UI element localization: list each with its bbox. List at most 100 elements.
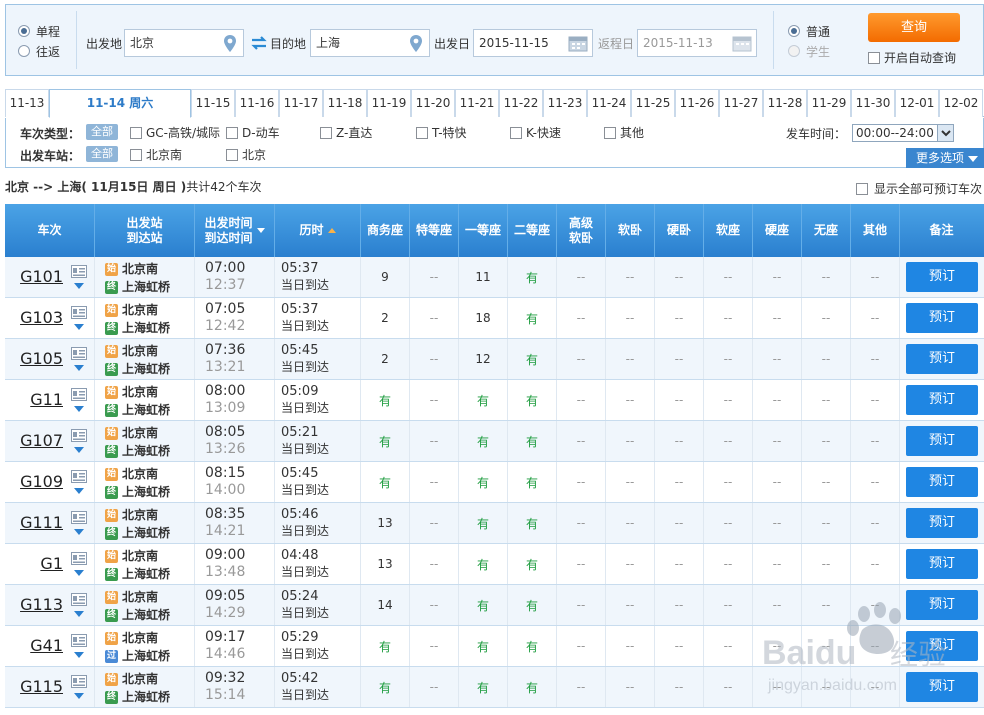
type-t-checkbox[interactable]: T-特快 — [416, 124, 467, 141]
book-button[interactable]: 预订 — [906, 426, 978, 456]
train-info-icon[interactable] — [71, 265, 87, 278]
train-info-icon[interactable] — [71, 634, 87, 647]
trip-roundtrip-radio[interactable]: 往返 — [18, 41, 78, 61]
book-button[interactable]: 预订 — [906, 467, 978, 497]
header-seat: 硬卧 — [655, 204, 704, 257]
date-tab[interactable]: 11-16 — [235, 89, 279, 117]
date-tab[interactable]: 11-26 — [675, 89, 719, 117]
train-info-icon[interactable] — [71, 429, 87, 442]
expand-arrow-icon[interactable] — [74, 570, 84, 576]
train-info-icon[interactable] — [71, 347, 87, 360]
train-number-link[interactable]: G1 — [5, 544, 63, 584]
expand-arrow-icon[interactable] — [74, 324, 84, 330]
swap-icon[interactable] — [250, 35, 268, 51]
expand-arrow-icon[interactable] — [74, 365, 84, 371]
date-tab[interactable]: 11-18 — [323, 89, 367, 117]
date-tab[interactable]: 11-23 — [543, 89, 587, 117]
train-info-icon[interactable] — [71, 675, 87, 688]
trip-type-group: 单程 往返 — [18, 21, 78, 61]
duration: 05:46 — [281, 507, 319, 522]
book-button[interactable]: 预订 — [906, 508, 978, 538]
station-beijing-checkbox[interactable]: 北京 — [226, 146, 266, 163]
type-gc-checkbox[interactable]: GC-高铁/城际 — [130, 124, 220, 141]
date-tab[interactable]: 11-24 — [587, 89, 631, 117]
passenger-normal-radio[interactable]: 普通 — [788, 21, 830, 41]
date-tab[interactable]: 11-22 — [499, 89, 543, 117]
date-tab[interactable]: 12-02 — [939, 89, 983, 117]
train-info-icon[interactable] — [71, 511, 87, 524]
show-all-checkbox[interactable]: 显示全部可预订车次 — [856, 180, 982, 197]
book-button[interactable]: 预订 — [906, 549, 978, 579]
expand-arrow-icon[interactable] — [74, 488, 84, 494]
expand-arrow-icon[interactable] — [74, 529, 84, 535]
date-tab[interactable]: 12-01 — [895, 89, 939, 117]
location-pin-icon — [410, 35, 422, 52]
date-tab[interactable]: 11-25 — [631, 89, 675, 117]
expand-arrow-icon[interactable] — [74, 406, 84, 412]
train-number-link[interactable]: G109 — [5, 462, 63, 502]
date-tab[interactable]: 11-20 — [411, 89, 455, 117]
book-button[interactable]: 预订 — [906, 303, 978, 333]
book-button[interactable]: 预订 — [906, 631, 978, 661]
train-info-icon[interactable] — [71, 470, 87, 483]
more-options-button[interactable]: 更多选项 — [906, 148, 984, 168]
seat-cell: -- — [802, 421, 851, 461]
seat-cell: -- — [802, 339, 851, 379]
book-button[interactable]: 预订 — [906, 262, 978, 292]
expand-arrow-icon[interactable] — [74, 283, 84, 289]
train-number-link[interactable]: G111 — [5, 503, 63, 543]
book-button[interactable]: 预订 — [906, 385, 978, 415]
date-tab[interactable]: 11-21 — [455, 89, 499, 117]
train-number-link[interactable]: G107 — [5, 421, 63, 461]
type-all-button[interactable]: 全部 — [86, 124, 118, 140]
train-info-icon[interactable] — [71, 388, 87, 401]
type-d-checkbox[interactable]: D-动车 — [226, 124, 280, 141]
train-info-icon[interactable] — [71, 306, 87, 319]
train-number-link[interactable]: G103 — [5, 298, 63, 338]
date-tab[interactable]: 11-29 — [807, 89, 851, 117]
query-button[interactable]: 查询 — [868, 13, 960, 42]
date-tab[interactable]: 11-13 — [5, 89, 49, 117]
station-all-button[interactable]: 全部 — [86, 146, 118, 162]
passenger-student-radio[interactable]: 学生 — [788, 41, 830, 61]
from-input[interactable]: 北京 — [124, 29, 244, 57]
auto-query-checkbox[interactable]: 开启自动查询 — [868, 49, 956, 66]
train-info-icon[interactable] — [71, 593, 87, 606]
location-pin-icon — [224, 35, 236, 52]
train-number-link[interactable]: G105 — [5, 339, 63, 379]
date-tab[interactable]: 11-27 — [719, 89, 763, 117]
date-tab[interactable]: 11-14 周六 — [49, 89, 191, 118]
depart-time-select[interactable]: 00:00--24:00 — [852, 124, 954, 142]
seat-cell: -- — [410, 462, 459, 502]
date-tab[interactable]: 11-28 — [763, 89, 807, 117]
expand-arrow-icon[interactable] — [74, 693, 84, 699]
expand-arrow-icon[interactable] — [74, 447, 84, 453]
type-z-checkbox[interactable]: Z-直达 — [320, 124, 372, 141]
header-duration[interactable]: 历时 — [275, 204, 361, 257]
date-tab[interactable]: 11-15 — [191, 89, 235, 117]
train-number-link[interactable]: G115 — [5, 667, 63, 707]
type-k-checkbox[interactable]: K-快速 — [510, 124, 561, 141]
station-beijingnan-checkbox[interactable]: 北京南 — [130, 146, 182, 163]
book-button[interactable]: 预订 — [906, 590, 978, 620]
trip-oneway-radio[interactable]: 单程 — [18, 21, 78, 41]
header-time[interactable]: 出发时间 到达时间 — [195, 204, 275, 257]
seat-cell: -- — [704, 462, 753, 502]
depart-date-input[interactable]: 2015-11-15 — [473, 29, 593, 57]
train-number-link[interactable]: G41 — [5, 626, 63, 666]
book-button[interactable]: 预订 — [906, 344, 978, 374]
expand-arrow-icon[interactable] — [74, 611, 84, 617]
date-tab[interactable]: 11-19 — [367, 89, 411, 117]
expand-arrow-icon[interactable] — [74, 652, 84, 658]
seat-cell: -- — [851, 626, 900, 666]
date-tab[interactable]: 11-30 — [851, 89, 895, 117]
book-button[interactable]: 预订 — [906, 672, 978, 702]
to-input[interactable]: 上海 — [310, 29, 430, 57]
type-other-checkbox[interactable]: 其他 — [604, 124, 644, 141]
date-tab[interactable]: 11-17 — [279, 89, 323, 117]
return-date-input[interactable]: 2015-11-13 — [637, 29, 757, 57]
train-number-link[interactable]: G101 — [5, 257, 63, 297]
train-number-link[interactable]: G11 — [5, 380, 63, 420]
train-info-icon[interactable] — [71, 552, 87, 565]
train-number-link[interactable]: G113 — [5, 585, 63, 625]
